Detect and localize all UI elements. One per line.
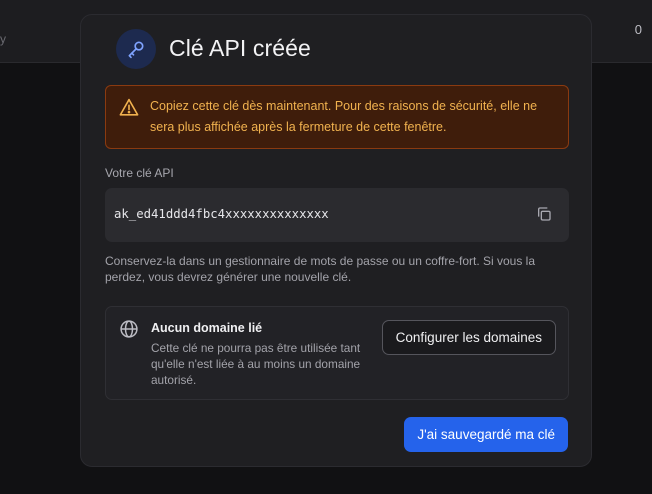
dialog-title: Clé API créée (169, 35, 311, 61)
confirm-saved-button[interactable]: J'ai sauvegardé ma clé (404, 417, 568, 452)
storage-hint: Conservez-la dans un gestionnaire de mot… (105, 254, 536, 284)
api-key-field[interactable]: ak_ed41ddd4fbc4xxxxxxxxxxxxxx (105, 188, 569, 242)
domain-title: Aucun domaine lié (151, 321, 263, 335)
warning-banner: Copiez cette clé dès maintenant. Pour de… (105, 85, 569, 149)
globe-icon (120, 320, 138, 338)
background-count: 0 (634, 22, 642, 37)
api-key-created-dialog: Clé API créée Copiez cette clé dès maint… (80, 14, 592, 467)
copy-icon[interactable] (536, 206, 552, 222)
copy-button[interactable] (533, 203, 555, 225)
api-key-value[interactable]: ak_ed41ddd4fbc4xxxxxxxxxxxxxx (114, 207, 329, 221)
key-icon-badge (116, 29, 156, 69)
api-key-label: Votre clé API (105, 166, 174, 180)
domain-card: Aucun domaine lié Cette clé ne pourra pa… (105, 306, 569, 400)
warning-triangle-icon (119, 98, 139, 116)
background-text: y (0, 32, 6, 46)
domain-description: Cette clé ne pourra pas être utilisée ta… (151, 341, 361, 387)
configure-domains-button[interactable]: Configurer les domaines (381, 320, 556, 355)
warning-text: Copiez cette clé dès maintenant. Pour de… (150, 99, 538, 134)
key-icon (128, 41, 144, 59)
